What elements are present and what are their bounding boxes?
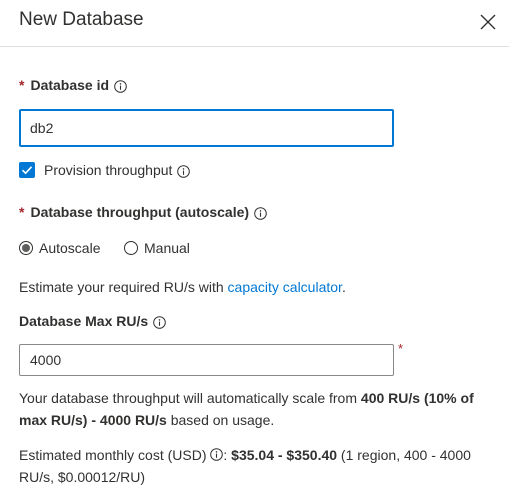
panel-header: New Database xyxy=(0,0,509,47)
manual-radio[interactable] xyxy=(124,241,138,255)
checkmark-icon xyxy=(21,166,33,175)
database-id-label-row: * Database id xyxy=(19,77,127,93)
autoscale-radio-option[interactable]: Autoscale xyxy=(19,240,100,256)
close-icon xyxy=(480,14,496,30)
estimate-suffix: . xyxy=(341,279,346,295)
info-icon[interactable] xyxy=(177,164,191,178)
required-star: * xyxy=(398,341,404,356)
cost-colon: : xyxy=(223,447,232,463)
estimate-prefix: Estimate your required RU/s with xyxy=(19,279,228,295)
close-button[interactable] xyxy=(476,10,500,34)
provision-throughput-label: Provision throughput xyxy=(44,162,173,178)
database-throughput-label-row: * Database throughput (autoscale) xyxy=(19,204,267,220)
estimate-text: Estimate your required RU/s with capacit… xyxy=(19,276,346,298)
database-id-input[interactable] xyxy=(19,109,394,147)
estimated-cost: Estimated monthly cost (USD) : $35.04 - … xyxy=(19,444,489,488)
capacity-calculator-link[interactable]: capacity calculator xyxy=(228,279,342,295)
autoscale-label: Autoscale xyxy=(39,240,101,256)
autoscale-note: Your database throughput will automatica… xyxy=(19,387,489,431)
scale-note-suffix: based on usage. xyxy=(166,412,275,428)
database-throughput-label: Database throughput (autoscale) xyxy=(30,204,250,220)
info-icon[interactable] xyxy=(153,315,166,329)
manual-label: Manual xyxy=(144,240,190,256)
max-ru-label: Database Max RU/s xyxy=(19,313,149,329)
scale-note-prefix: Your database throughput will automatica… xyxy=(19,390,361,406)
info-icon[interactable] xyxy=(254,206,267,220)
new-database-panel: New Database * Database id Provision th xyxy=(0,0,509,502)
max-ru-input[interactable] xyxy=(19,344,394,376)
max-ru-label-row: Database Max RU/s xyxy=(19,313,166,329)
database-id-label: Database id xyxy=(30,77,110,93)
provision-throughput-checkbox[interactable] xyxy=(19,162,35,178)
manual-radio-option[interactable]: Manual xyxy=(124,240,190,256)
required-star: * xyxy=(19,204,25,220)
info-icon[interactable] xyxy=(210,445,224,461)
cost-prefix: Estimated monthly cost (USD) xyxy=(19,447,211,463)
autoscale-radio[interactable] xyxy=(19,241,33,255)
required-star: * xyxy=(19,77,25,93)
info-icon[interactable] xyxy=(114,79,127,93)
provision-throughput-row: Provision throughput xyxy=(19,162,191,178)
cost-range: $35.04 - $350.40 xyxy=(231,447,338,463)
panel-title: New Database xyxy=(19,9,144,30)
